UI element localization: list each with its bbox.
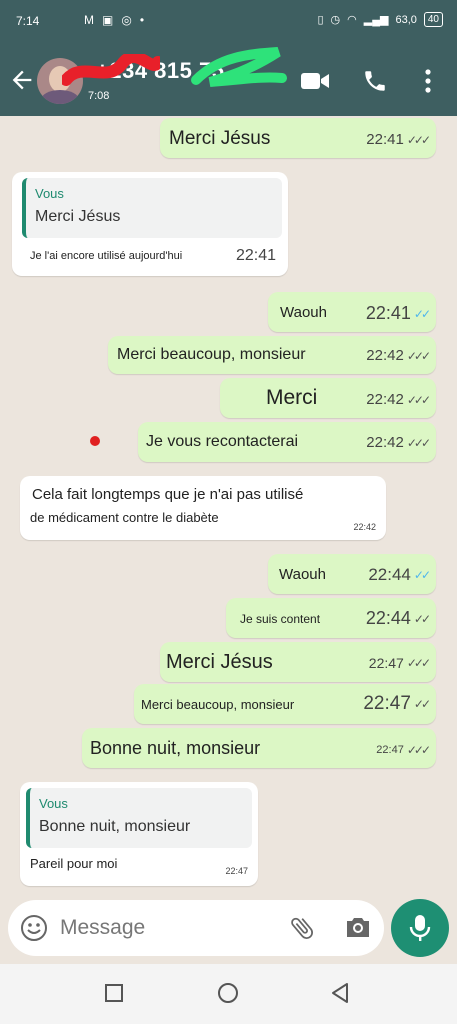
message-time: 22:47: [225, 866, 248, 876]
delivered-ticks-icon: ✓✓✓: [406, 392, 431, 407]
message-text: Pareil pour moi: [30, 856, 118, 871]
message-time: 22:42 ✓✓✓: [366, 391, 431, 408]
attach-icon[interactable]: [288, 913, 316, 943]
message-time: 22:47 ✓✓✓: [376, 743, 431, 757]
signal-icon: ▂▄▆: [363, 14, 389, 26]
message-time: 22:41 ✓✓: [365, 303, 431, 323]
message-text: Merci Jésus: [169, 128, 271, 149]
message-time: 22:47 ✓✓: [363, 693, 431, 714]
message-time: 22:42 ✓✓✓: [366, 434, 431, 451]
status-bar: 7:14 M ▣ ◎ • ▯ ◷ ◠ ▂▄▆ 63,0 40: [0, 0, 457, 46]
alarm-icon: ◷: [330, 14, 341, 26]
message-bubble-outgoing[interactable]: Merci Jésus 22:41 ✓✓✓: [160, 118, 436, 158]
message-bubble-outgoing[interactable]: Merci 22:42 ✓✓✓: [220, 378, 436, 418]
chat-area[interactable]: Merci Jésus 22:41 ✓✓✓ Vous Merci Jésus Je…: [0, 116, 457, 896]
message-bubble-outgoing[interactable]: Bonne nuit, monsieur 22:47 ✓✓✓: [82, 728, 436, 768]
message-text: Je l'ai encore utilisé aujourd'hui: [30, 250, 183, 262]
message-text: Merci Jésus: [166, 651, 273, 673]
more-options-icon[interactable]: [422, 68, 434, 94]
message-bubble-outgoing[interactable]: Je suis content 22:44 ✓✓: [226, 598, 436, 638]
microphone-icon: [409, 915, 431, 941]
message-bubble-outgoing[interactable]: Je vous recontacterai 22:42 ✓✓✓: [138, 422, 436, 462]
bus-icon: ▣: [102, 13, 114, 27]
message-time: 22:47 ✓✓✓: [368, 655, 431, 671]
gmail-icon: M: [84, 13, 94, 27]
contact-subtitle: 7:08: [88, 90, 110, 102]
system-icons: ▯ ◷ ◠ ▂▄▆ 63,0 40: [317, 12, 443, 27]
net-speed: 63,0: [395, 13, 417, 26]
message-bubble-outgoing[interactable]: Merci beaucoup, monsieur 22:42 ✓✓✓: [108, 336, 436, 374]
message-time: 22:44 ✓✓: [365, 608, 431, 628]
delivered-ticks-icon: ✓✓✓: [406, 743, 431, 757]
message-bubble-outgoing[interactable]: Waouh 22:41 ✓✓: [268, 292, 436, 332]
message-text: Waouh: [280, 304, 327, 321]
message-bubble-outgoing[interactable]: Merci Jésus 22:47 ✓✓✓: [160, 642, 436, 682]
recent-apps-icon[interactable]: [104, 983, 124, 1003]
quote-author: Vous: [35, 186, 64, 201]
message-time: 22:42: [353, 522, 376, 532]
message-text: Bonne nuit, monsieur: [90, 738, 261, 758]
message-input-bar[interactable]: Message: [8, 900, 384, 956]
emoji-icon[interactable]: [20, 914, 48, 942]
phone-icon[interactable]: [362, 68, 388, 94]
delivered-ticks-icon: ✓✓: [413, 611, 431, 626]
vibrate-icon: ▯: [317, 14, 324, 26]
message-text: Waouh: [279, 566, 326, 583]
system-nav-bar: [0, 964, 457, 1024]
delivered-ticks-icon: ✓✓: [413, 697, 431, 711]
message-time: 22:42 ✓✓✓: [366, 347, 431, 364]
quote-text: Merci Jésus: [35, 208, 121, 225]
delivered-ticks-icon: ✓✓✓: [406, 435, 431, 450]
red-dot: [90, 436, 100, 446]
video-call-icon[interactable]: [300, 70, 330, 92]
chat-header: +234 815 75 7:08: [0, 46, 457, 116]
back-nav-icon[interactable]: [330, 982, 350, 1004]
instagram-icon: ◎: [121, 13, 132, 27]
message-bubble-incoming-reply[interactable]: Vous Bonne nuit, monsieur Pareil pour mo…: [20, 782, 258, 886]
green-redaction-scribble: [191, 47, 287, 87]
message-input[interactable]: Message: [60, 916, 145, 940]
dot-icon: •: [139, 13, 145, 27]
red-redaction-scribble: [62, 54, 160, 86]
quote-text: Bonne nuit, monsieur: [39, 818, 191, 835]
quoted-message[interactable]: Vous Bonne nuit, monsieur: [26, 788, 252, 848]
read-ticks-icon: ✓✓: [413, 568, 431, 582]
status-time: 7:14: [16, 14, 40, 28]
message-text-line2: de médicament contre le diabète: [30, 510, 219, 525]
home-icon[interactable]: [217, 982, 239, 1004]
notification-icons: M ▣ ◎ •: [84, 13, 144, 27]
wifi-icon: ◠: [347, 14, 357, 26]
message-time: 22:41: [235, 247, 276, 264]
delivered-ticks-icon: ✓✓✓: [406, 132, 431, 147]
message-time: 22:41 ✓✓✓: [366, 131, 431, 148]
read-ticks-icon: ✓✓: [413, 306, 431, 321]
message-text: Merci beaucoup, monsieur: [117, 346, 306, 363]
message-text-line1: Cela fait longtemps que je n'ai pas util…: [32, 486, 304, 503]
message-text: Je suis content: [240, 612, 321, 626]
delivered-ticks-icon: ✓✓✓: [406, 348, 431, 363]
message-text: Merci: [266, 386, 318, 409]
delivered-ticks-icon: ✓✓✓: [406, 656, 431, 670]
message-time: 22:44 ✓✓: [368, 565, 431, 584]
message-bubble-incoming[interactable]: Cela fait longtemps que je n'ai pas util…: [20, 476, 386, 540]
message-bubble-incoming-reply[interactable]: Vous Merci Jésus Je l'ai encore utilisé …: [12, 172, 288, 276]
voice-record-button[interactable]: [391, 899, 449, 957]
quote-author: Vous: [39, 796, 68, 811]
message-text: Merci beaucoup, monsieur: [141, 697, 295, 712]
quoted-message[interactable]: Vous Merci Jésus: [22, 178, 282, 238]
message-text: Je vous recontacterai: [146, 433, 299, 450]
message-bubble-outgoing[interactable]: Waouh 22:44 ✓✓: [268, 554, 436, 594]
message-bubble-outgoing[interactable]: Merci beaucoup, monsieur 22:47 ✓✓: [134, 684, 436, 724]
camera-icon[interactable]: [344, 914, 372, 940]
back-arrow-icon[interactable]: [8, 66, 36, 94]
battery-icon: 40: [423, 12, 443, 27]
